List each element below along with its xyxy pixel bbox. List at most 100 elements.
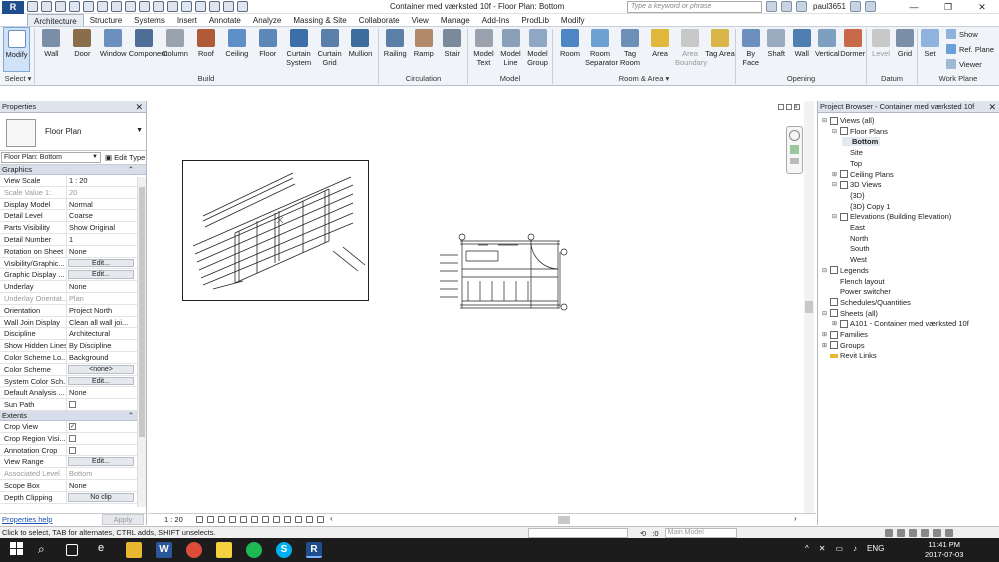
property-value[interactable]: Bottom	[67, 468, 135, 479]
model-text-button[interactable]: Model Text	[470, 27, 497, 72]
tab-collaborate[interactable]: Collaborate	[353, 14, 406, 26]
ref-plane-button[interactable]: Ref. Plane	[946, 44, 994, 54]
floor-plan-drawing[interactable]	[438, 233, 573, 313]
by-face-button[interactable]: By Face	[738, 27, 764, 72]
property-value[interactable]: None	[67, 246, 135, 257]
property-edit-button[interactable]: <none>	[68, 365, 134, 374]
section-extents[interactable]: Extents ⌃	[0, 411, 146, 421]
chevron-up-icon[interactable]: ^	[805, 544, 809, 553]
user-icon[interactable]	[796, 1, 807, 12]
help-icon[interactable]	[865, 1, 876, 12]
volume-icon[interactable]: ♪	[853, 544, 857, 553]
minimize-view-icon[interactable]	[778, 104, 784, 110]
curtain-grid-button[interactable]: Curtain Grid	[314, 27, 345, 72]
editing-requests-icon[interactable]: ⟲	[640, 529, 646, 538]
revit-logo[interactable]: R	[2, 1, 24, 14]
tab-manage[interactable]: Manage	[435, 14, 476, 26]
railing-detail-view[interactable]	[182, 160, 369, 301]
dormer-button[interactable]: Dormer	[840, 27, 866, 72]
maximize-button[interactable]: ❐	[931, 0, 965, 14]
browser-node-power-switcher[interactable]: Power switcher	[832, 287, 891, 296]
language-indicator[interactable]: ENG	[867, 544, 884, 553]
thin-lines-icon[interactable]	[195, 1, 206, 12]
collapse-icon[interactable]: ⊟	[822, 117, 828, 124]
collapse-icon[interactable]: ⌃	[128, 411, 134, 421]
save-icon[interactable]	[41, 1, 52, 12]
unlock-view-icon[interactable]	[273, 516, 280, 523]
close-button[interactable]: ✕	[965, 0, 999, 14]
property-edit-button[interactable]: Edit...	[68, 377, 134, 386]
tag-room-button[interactable]: Tag Room	[615, 27, 645, 72]
tab-structure[interactable]: Structure	[84, 14, 128, 26]
tab-view[interactable]: View	[406, 14, 435, 26]
crop-view-icon[interactable]	[251, 516, 258, 523]
browser-node-a101-container-med-v-rksted-10f[interactable]: ⊞A101 - Container med værksted 10f	[832, 319, 969, 328]
browser-node-3d-views[interactable]: ⊟3D Views	[832, 180, 882, 189]
view-scale[interactable]: 1 : 20	[164, 515, 183, 524]
scroll-left-icon[interactable]: ‹	[330, 514, 333, 523]
room-separator-button[interactable]: Room Separator	[585, 27, 615, 72]
modify-button[interactable]: Modify	[3, 27, 30, 72]
detail-level-icon[interactable]	[196, 516, 203, 523]
tab-analyze[interactable]: Analyze	[247, 14, 287, 26]
tag-icon[interactable]	[139, 1, 150, 12]
browser-node-east[interactable]: East	[842, 223, 865, 232]
restore-view-icon[interactable]	[786, 104, 792, 110]
section-graphics[interactable]: Graphics ⌃	[0, 165, 146, 175]
scrollbar-thumb[interactable]	[805, 301, 813, 313]
workset-selector[interactable]	[528, 528, 628, 538]
search-icon[interactable]: ⌕	[38, 542, 54, 558]
zoom-icon[interactable]	[790, 145, 799, 154]
close-hidden-icon[interactable]	[209, 1, 220, 12]
analytical-model-icon[interactable]	[306, 516, 313, 523]
property-value[interactable]: Normal	[67, 199, 135, 210]
canvas-vertical-scrollbar[interactable]	[804, 101, 814, 513]
room-area-group-label[interactable]: Room & Area ▾	[554, 74, 734, 83]
zoom-dropdown-icon[interactable]	[790, 158, 799, 164]
network-icon[interactable]: ▭	[835, 544, 843, 553]
temporary-hide-icon[interactable]	[284, 516, 291, 523]
shaft-button[interactable]: Shaft	[764, 27, 790, 72]
file-explorer-icon[interactable]	[126, 542, 142, 558]
tab-annotate[interactable]: Annotate	[203, 14, 247, 26]
property-value[interactable]: Background	[67, 352, 135, 363]
property-value[interactable]: 1	[67, 234, 135, 245]
sun-path-icon[interactable]	[218, 516, 225, 523]
viewer-button[interactable]: Viewer	[946, 59, 982, 69]
property-value[interactable]: Project North	[67, 305, 135, 316]
curtain-system-button[interactable]: Curtain System	[283, 27, 314, 72]
property-checkbox[interactable]: ✓	[69, 423, 76, 430]
grid-button[interactable]: Grid	[893, 27, 917, 72]
tab-modify[interactable]: Modify	[555, 14, 591, 26]
property-value[interactable]: None	[67, 281, 135, 292]
close-icon[interactable]: ✕	[988, 101, 996, 113]
property-value[interactable]: 20	[67, 187, 135, 198]
steering-wheel-icon[interactable]	[789, 130, 800, 141]
property-edit-button[interactable]: Edit...	[68, 457, 134, 466]
browser-node-groups[interactable]: ⊞Groups	[822, 341, 865, 350]
edit-type-button[interactable]: ▣ Edit Type	[105, 153, 145, 162]
render-icon[interactable]	[240, 516, 247, 523]
sticky-notes-icon[interactable]	[216, 542, 232, 558]
browser-node-schedules-quantities[interactable]: Schedules/Quantities	[822, 298, 911, 307]
select-by-face-icon[interactable]	[921, 529, 929, 537]
browser-node-flench-layout[interactable]: Flench layout	[832, 277, 885, 286]
wall-button[interactable]: Wall	[36, 27, 67, 72]
tag-area-button[interactable]: Tag Area	[705, 27, 735, 72]
column-button[interactable]: Column	[160, 27, 191, 72]
undo-icon[interactable]	[69, 1, 80, 12]
expand-icon[interactable]: ⊞	[832, 320, 838, 327]
model-group-button[interactable]: Model Group	[524, 27, 551, 72]
edge-icon[interactable]: e	[98, 542, 114, 558]
browser-node-ceiling-plans[interactable]: ⊞Ceiling Plans	[832, 170, 894, 179]
text-icon[interactable]	[153, 1, 164, 12]
tab-prodlib[interactable]: ProdLib	[515, 14, 555, 26]
expand-icon[interactable]: ⊞	[822, 331, 828, 338]
tab-add-ins[interactable]: Add-Ins	[476, 14, 516, 26]
room-button[interactable]: Room	[555, 27, 585, 72]
spotify-icon[interactable]	[246, 542, 262, 558]
collapse-icon[interactable]: ⊟	[832, 213, 838, 220]
select-pinned-icon[interactable]	[909, 529, 917, 537]
section-icon[interactable]	[181, 1, 192, 12]
property-value[interactable]: Coarse	[67, 210, 135, 221]
